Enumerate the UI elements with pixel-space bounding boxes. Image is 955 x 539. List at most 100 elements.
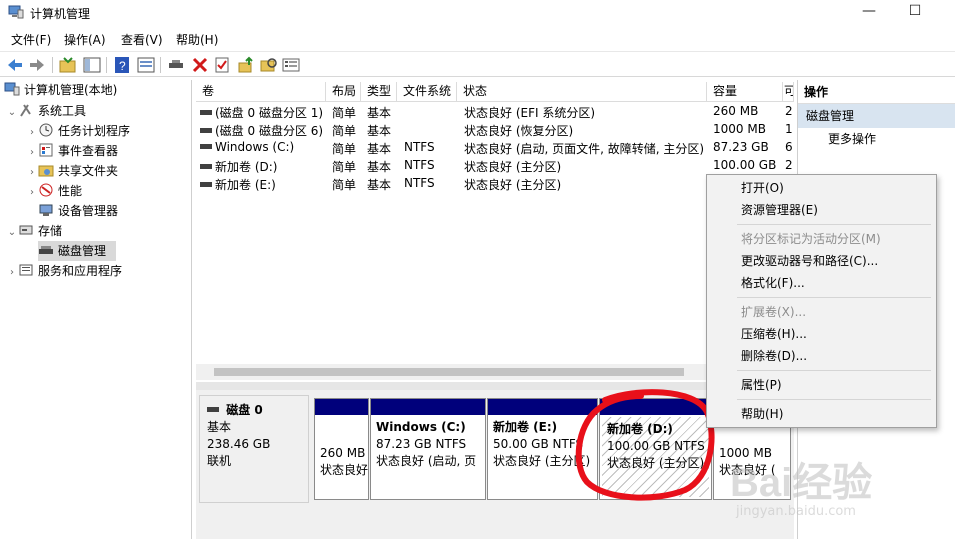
show-hide-tree-icon[interactable]	[82, 55, 102, 75]
volume-layout: 简单	[332, 124, 357, 138]
menu-change-drive-letter[interactable]: 更改驱动器号和路径(C)...	[741, 250, 878, 272]
tree-item-event-viewer[interactable]: › 事件查看器	[26, 141, 118, 161]
tree-item-performance[interactable]: › 性能	[26, 181, 82, 201]
back-arrow-icon[interactable]	[5, 55, 25, 75]
up-arrow-icon[interactable]	[236, 55, 256, 75]
partition-bar	[371, 399, 485, 415]
minimize-button[interactable]: —	[846, 0, 892, 24]
partition-bar	[315, 399, 368, 415]
volume-type: 基本	[367, 106, 392, 120]
chevron-right-icon[interactable]: ›	[26, 143, 38, 163]
partition-efi[interactable]: 260 MB 状态良好	[314, 398, 369, 500]
list-view-icon[interactable]	[281, 55, 301, 75]
volume-name: 新加卷 (D:)	[215, 160, 278, 174]
tree-label-event-viewer: 事件查看器	[58, 144, 119, 158]
volume-row[interactable]: Windows (C:) 简单 基本 NTFS 状态良好 (启动, 页面文件, …	[196, 139, 794, 157]
menu-file[interactable]: 文件(F)	[11, 31, 51, 48]
menu-mark-active: 将分区标记为活动分区(M)	[741, 232, 881, 246]
tree-label-performance: 性能	[58, 184, 83, 198]
chevron-down-icon[interactable]: ⌄	[6, 103, 18, 123]
menu-properties[interactable]: 属性(P)	[741, 374, 782, 396]
partition-d[interactable]: 新加卷 (D:) 100.00 GB NTFS 状态良好 (主分区)	[599, 398, 712, 500]
horizontal-scrollbar[interactable]	[196, 364, 794, 380]
actions-header: 操作	[798, 80, 955, 104]
menu-format[interactable]: 格式化(F)...	[741, 272, 805, 294]
volume-free: 2	[785, 104, 793, 118]
context-menu: 打开(O) 资源管理器(E) 将分区标记为活动分区(M) 更改驱动器号和路径(C…	[706, 174, 937, 428]
menu-delete-volume[interactable]: 删除卷(D)...	[741, 345, 807, 367]
tree-item-device-manager[interactable]: 设备管理器	[38, 201, 118, 221]
menu-shrink-volume[interactable]: 压缩卷(H)...	[741, 323, 807, 345]
chevron-right-icon[interactable]: ›	[26, 123, 38, 143]
chevron-right-icon[interactable]: ›	[26, 163, 38, 183]
tree-label-storage: 存储	[38, 224, 63, 238]
disk-icon	[207, 407, 219, 412]
tools-icon	[20, 104, 31, 117]
tree-item-shared-folders[interactable]: › 共享文件夹	[26, 161, 118, 181]
menu-help[interactable]: 帮助(H)	[176, 31, 218, 48]
pane-splitter[interactable]	[196, 382, 794, 390]
chevron-right-icon[interactable]: ›	[26, 183, 38, 203]
partition-status: 状态良好 (	[719, 463, 776, 477]
volume-name: 新加卷 (E:)	[215, 178, 276, 192]
partition-c[interactable]: Windows (C:) 87.23 GB NTFS 状态良好 (启动, 页	[370, 398, 486, 500]
partition-status: 状态良好 (主分区)	[493, 454, 591, 468]
delete-x-icon[interactable]	[190, 55, 210, 75]
chevron-right-icon[interactable]: ›	[6, 263, 18, 283]
performance-icon	[39, 183, 53, 197]
disk-info[interactable]: 磁盘 0 基本 238.46 GB 联机	[199, 395, 309, 503]
volume-capacity: 260 MB	[713, 104, 759, 118]
volume-row[interactable]: 新加卷 (D:) 简单 基本 NTFS 状态良好 (主分区) 100.00 GB…	[196, 157, 794, 175]
tree-label-device-manager: 设备管理器	[58, 204, 119, 218]
console-tree: 计算机管理(本地) ⌄ 系统工具 › 任务计划程序 › 事件查看器 › 共享文件夹 › 性…	[0, 80, 192, 539]
volume-row[interactable]: 新加卷 (E:) 简单 基本 NTFS 状态良好 (主分区)	[196, 175, 794, 193]
column-header-status[interactable]: 状态	[457, 82, 707, 102]
up-folder-icon[interactable]	[58, 55, 78, 75]
more-actions-link[interactable]: 更多操作	[798, 128, 955, 150]
tree-item-disk-management[interactable]: 磁盘管理	[38, 241, 116, 261]
menu-view[interactable]: 查看(V)	[121, 31, 163, 48]
actions-section-disk-management[interactable]: 磁盘管理	[798, 104, 955, 128]
volume-row[interactable]: (磁盘 0 磁盘分区 1) 简单 基本 状态良好 (EFI 系统分区) 260 …	[196, 103, 794, 121]
tree-item-storage[interactable]: ⌄ 存储	[6, 221, 62, 241]
column-header-type[interactable]: 类型	[361, 82, 397, 102]
partition-e[interactable]: 新加卷 (E:) 50.00 GB NTFS 状态良好 (主分区)	[487, 398, 598, 500]
scrollbar-thumb[interactable]	[214, 368, 684, 376]
drive-icon	[200, 164, 212, 169]
help-icon[interactable]: ?	[112, 55, 132, 75]
volume-free: 1	[785, 122, 793, 136]
menu-explorer[interactable]: 资源管理器(E)	[741, 199, 818, 221]
volume-fs: NTFS	[404, 140, 435, 154]
partition-size: 260 MB	[320, 446, 366, 460]
drive-icon	[200, 128, 212, 133]
console-icon[interactable]	[136, 55, 156, 75]
column-header-capacity[interactable]: 容量	[707, 82, 783, 102]
menu-open[interactable]: 打开(O)	[741, 177, 784, 199]
tree-item-root[interactable]: 计算机管理(本地)	[4, 80, 117, 100]
column-header-volume[interactable]: 卷	[196, 82, 326, 102]
maximize-button[interactable]: ☐	[892, 0, 938, 24]
computer-management-icon	[8, 5, 24, 19]
tree-item-services-apps[interactable]: › 服务和应用程序	[6, 261, 122, 281]
partition-status: 状态良好 (主分区)	[607, 456, 705, 470]
search-folder-icon[interactable]	[259, 55, 279, 75]
computer-management-icon	[4, 82, 20, 96]
menu-help-item[interactable]: 帮助(H)	[741, 403, 783, 425]
properties-check-icon[interactable]	[212, 55, 232, 75]
partition-bar	[600, 399, 711, 415]
partition-size: 87.23 GB NTFS	[376, 437, 467, 451]
column-header-layout[interactable]: 布局	[326, 82, 361, 102]
menu-action[interactable]: 操作(A)	[64, 31, 106, 48]
volume-capacity: 100.00 GB	[713, 158, 777, 172]
toolbar: ?	[0, 51, 955, 77]
forward-arrow-icon[interactable]	[27, 55, 47, 75]
partition-status: 状态良好 (启动, 页	[376, 454, 477, 468]
volume-row[interactable]: (磁盘 0 磁盘分区 6) 简单 基本 状态良好 (恢复分区) 1000 MB …	[196, 121, 794, 139]
tree-item-system-tools[interactable]: ⌄ 系统工具	[6, 101, 86, 121]
chevron-down-icon[interactable]: ⌄	[6, 223, 18, 243]
column-header-free[interactable]: 可	[783, 82, 794, 102]
column-header-filesystem[interactable]: 文件系统	[397, 82, 457, 102]
tree-item-task-scheduler[interactable]: › 任务计划程序	[26, 121, 130, 141]
tree-label-system-tools: 系统工具	[38, 104, 87, 118]
connect-drive-icon[interactable]	[166, 55, 186, 75]
